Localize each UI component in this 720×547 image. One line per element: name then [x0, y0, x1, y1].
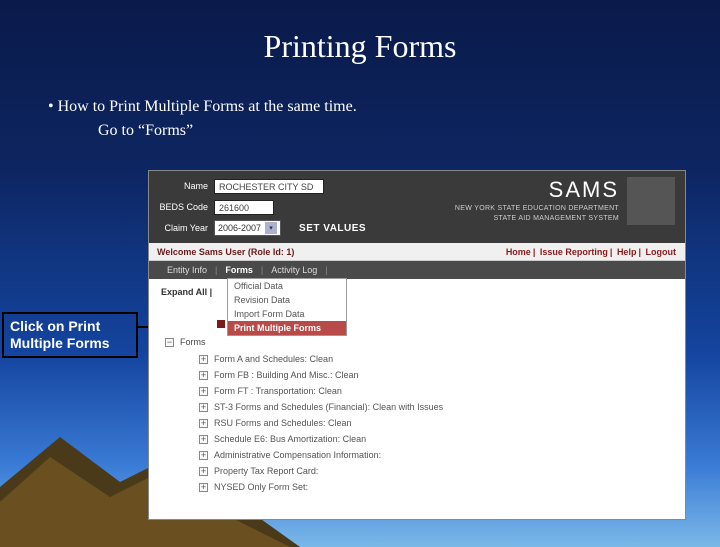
list-item-label: Administrative Compensation Information: [214, 450, 381, 460]
plus-icon[interactable]: + [199, 451, 208, 460]
plus-icon[interactable]: + [199, 403, 208, 412]
minus-icon[interactable]: − [165, 338, 174, 347]
brand-image [627, 177, 675, 225]
tab-forms[interactable]: Forms [217, 265, 261, 275]
list-item-label: RSU Forms and Schedules: Clean [214, 418, 352, 428]
brand-area: SAMS NEW YORK STATE EDUCATION DEPARTMENT… [385, 177, 675, 224]
plus-icon[interactable]: + [199, 387, 208, 396]
list-item-label: NYSED Only Form Set: [214, 482, 308, 492]
forms-root-label: −Forms [165, 337, 675, 347]
link-issue[interactable]: Issue Reporting [540, 247, 608, 257]
plus-icon[interactable]: + [199, 419, 208, 428]
list-item[interactable]: + RSU Forms and Schedules: Clean [199, 415, 675, 431]
welcome-text: Welcome Sams User (Role Id: 1) [157, 247, 294, 257]
link-logout[interactable]: Logout [646, 247, 677, 257]
header-fields: Name ROCHESTER CITY SD BEDS Code 261600 … [149, 171, 379, 243]
beds-label: BEDS Code [159, 202, 214, 212]
tab-activity-log[interactable]: Activity Log [263, 265, 325, 275]
list-item-label: Schedule E6: Bus Amortization: Clean [214, 434, 366, 444]
app-screenshot: Name ROCHESTER CITY SD BEDS Code 261600 … [148, 170, 686, 520]
name-input[interactable]: ROCHESTER CITY SD [214, 179, 324, 194]
bullet-line-2: Go to “Forms” [98, 119, 720, 143]
welcome-bar: Welcome Sams User (Role Id: 1) Home| Iss… [149, 243, 685, 261]
menu-print-multiple-forms[interactable]: Print Multiple Forms [228, 321, 346, 335]
list-item-label: Form FT : Transportation: Clean [214, 386, 342, 396]
link-help[interactable]: Help [617, 247, 637, 257]
chevron-down-icon: ▾ [265, 222, 277, 234]
list-item-label: Property Tax Report Card: [214, 466, 318, 476]
highlight-marker [217, 320, 225, 328]
brand-title: SAMS [385, 177, 619, 203]
menu-import-form-data[interactable]: Import Form Data [228, 307, 346, 321]
app-header: Name ROCHESTER CITY SD BEDS Code 261600 … [149, 171, 685, 243]
plus-icon[interactable]: + [199, 435, 208, 444]
menu-official-data[interactable]: Official Data [228, 279, 346, 293]
list-item[interactable]: + Form FB : Building And Misc.: Clean [199, 367, 675, 383]
list-item[interactable]: + Form A and Schedules: Clean [199, 351, 675, 367]
name-label: Name [159, 181, 214, 191]
welcome-links: Home| Issue Reporting| Help| Logout [505, 247, 677, 257]
list-item-label: Form A and Schedules: Clean [214, 354, 333, 364]
year-label: Claim Year [159, 223, 214, 233]
bullet-line-1: • How to Print Multiple Forms at the sam… [48, 95, 720, 119]
list-item[interactable]: + Property Tax Report Card: [199, 463, 675, 479]
beds-input[interactable]: 261600 [214, 200, 274, 215]
brand-sub1: NEW YORK STATE EDUCATION DEPARTMENT [385, 205, 619, 213]
plus-icon[interactable]: + [199, 483, 208, 492]
plus-icon[interactable]: + [199, 371, 208, 380]
plus-icon[interactable]: + [199, 355, 208, 364]
list-item-label: Form FB : Building And Misc.: Clean [214, 370, 359, 380]
slide-title: Printing Forms [0, 0, 720, 65]
list-item[interactable]: + Administrative Compensation Information… [199, 447, 675, 463]
brand-sub2: STATE AID MANAGEMENT SYSTEM [385, 215, 619, 223]
list-item[interactable]: + Schedule E6: Bus Amortization: Clean [199, 431, 675, 447]
tab-entity-info[interactable]: Entity Info [159, 265, 215, 275]
set-values-button[interactable]: SET VALUES [299, 223, 366, 234]
forms-dropdown: Official Data Revision Data Import Form … [227, 278, 347, 336]
callout-box: Click on Print Multiple Forms [2, 312, 138, 358]
list-item[interactable]: + Form FT : Transportation: Clean [199, 383, 675, 399]
year-value: 2006-2007 [218, 223, 261, 233]
link-home[interactable]: Home [506, 247, 531, 257]
menu-revision-data[interactable]: Revision Data [228, 293, 346, 307]
list-item-label: ST-3 Forms and Schedules (Financial): Cl… [214, 402, 443, 412]
list-item[interactable]: + NYSED Only Form Set: [199, 479, 675, 495]
plus-icon[interactable]: + [199, 467, 208, 476]
tabs-bar: Entity Info | Forms | Activity Log | [149, 261, 685, 279]
year-select[interactable]: 2006-2007 ▾ [214, 220, 281, 236]
bullet-block: • How to Print Multiple Forms at the sam… [48, 95, 720, 143]
form-list: + Form A and Schedules: Clean + Form FB : B… [199, 351, 675, 495]
list-item[interactable]: + ST-3 Forms and Schedules (Financial): C… [199, 399, 675, 415]
